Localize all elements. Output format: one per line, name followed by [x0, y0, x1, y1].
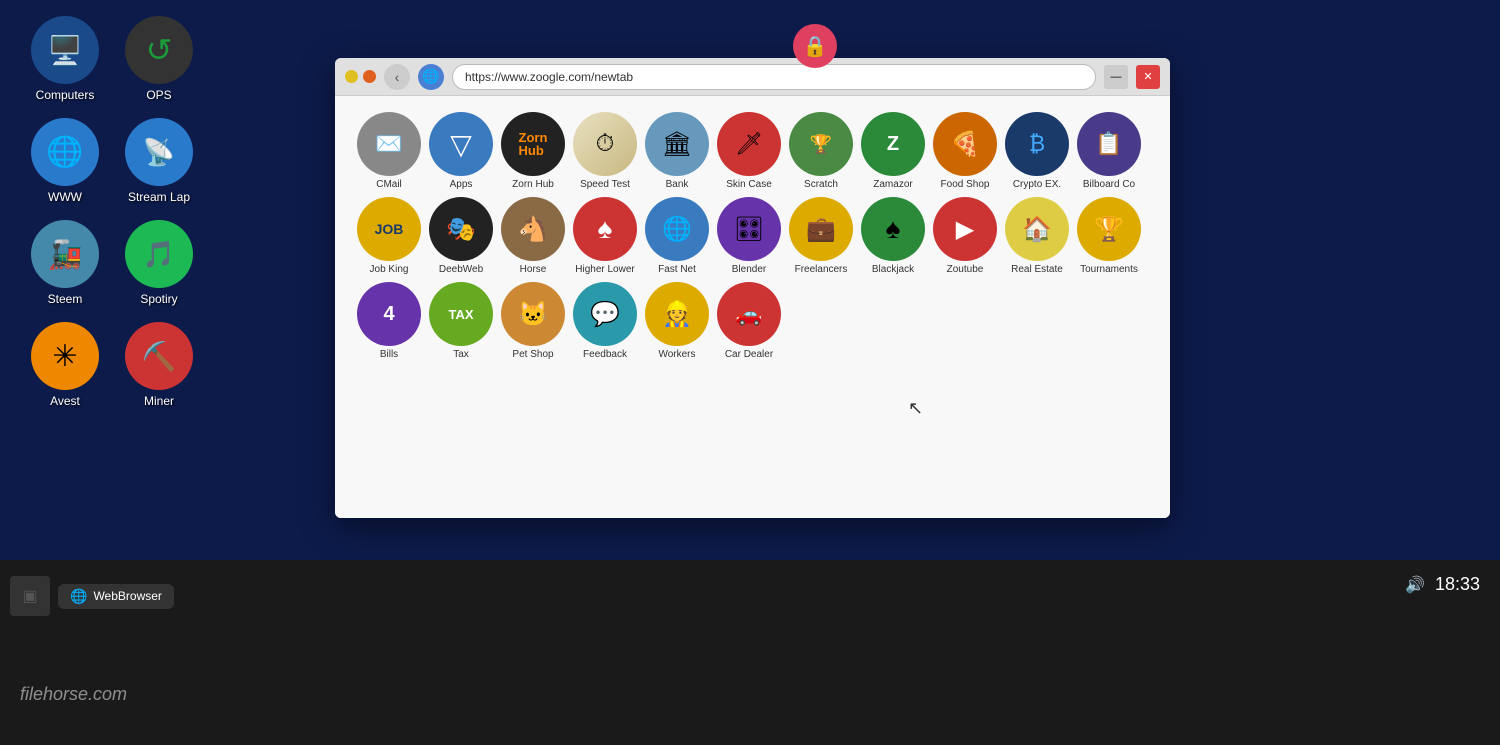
app-petshop[interactable]: 🐱 Pet Shop — [499, 282, 567, 361]
desktop-icon-label-avest: Avest — [50, 394, 80, 408]
app-zamazor[interactable]: Z Zamazor — [859, 112, 927, 191]
app-cryptoex[interactable]: ₿ Crypto EX. — [1003, 112, 1071, 191]
lock-icon[interactable]: 🔒 — [793, 24, 837, 68]
app-scratch[interactable]: 🏆 Scratch — [787, 112, 855, 191]
app-realestate[interactable]: 🏠 Real Estate — [1003, 197, 1071, 276]
desktop-icon-ops[interactable]: ↺ OPS — [114, 10, 204, 108]
desktop-icon-avest[interactable]: ✳ Avest — [20, 316, 110, 414]
app-higherlower[interactable]: ♠ Higher Lower — [571, 197, 639, 276]
app-grid: ✉️ CMail ▽ Apps ZornHub Zorn Hub ⏱ Speed… — [355, 112, 1150, 361]
desktop-icon-label-computers: Computers — [36, 88, 95, 102]
app-speedtest[interactable]: ⏱ Speed Test — [571, 112, 639, 191]
taskbar-start-button[interactable]: ▣ — [10, 576, 50, 616]
app-horse[interactable]: 🐴 Horse — [499, 197, 567, 276]
app-cardealer[interactable]: 🚗 Car Dealer — [715, 282, 783, 361]
minimize-win-button[interactable]: — — [1104, 65, 1128, 89]
desktop-icon-computers[interactable]: 🖥️ Computers — [20, 10, 110, 108]
close-button[interactable] — [363, 70, 376, 83]
desktop-icon-streamlap[interactable]: 📡 Stream Lap — [114, 112, 204, 210]
app-tournaments[interactable]: 🏆 Tournaments — [1075, 197, 1143, 276]
app-fastnet[interactable]: 🌐 Fast Net — [643, 197, 711, 276]
app-zornhub[interactable]: ZornHub Zorn Hub — [499, 112, 567, 191]
app-jobking[interactable]: JOB Job King — [355, 197, 423, 276]
back-button[interactable]: ‹ — [384, 64, 410, 90]
taskbar-clock: 🔊 18:33 — [1405, 574, 1480, 595]
taskbar-browser-app[interactable]: 🌐 WebBrowser — [58, 584, 174, 609]
app-zoutube[interactable]: ▶ Zoutube — [931, 197, 999, 276]
app-bills[interactable]: 4 Bills — [355, 282, 423, 361]
minimize-button[interactable] — [345, 70, 358, 83]
desktop-icon-label-ops: OPS — [146, 88, 171, 102]
app-cmail[interactable]: ✉️ CMail — [355, 112, 423, 191]
desktop-icon-label-steem: Steem — [48, 292, 83, 306]
traffic-lights — [345, 70, 376, 83]
desktop-icon-miner[interactable]: ⛏️ Miner — [114, 316, 204, 414]
desktop-icon-www[interactable]: 🌐 WWW — [20, 112, 110, 210]
app-skincase[interactable]: 🗡 Skin Case — [715, 112, 783, 191]
app-blender[interactable]: 🎛 Blender — [715, 197, 783, 276]
volume-icon: 🔊 — [1405, 575, 1425, 595]
app-freelancers[interactable]: 💼 Freelancers — [787, 197, 855, 276]
browser-content: ✉️ CMail ▽ Apps ZornHub Zorn Hub ⏱ Speed… — [335, 96, 1170, 518]
desktop-icon-label-www: WWW — [48, 190, 82, 204]
url-bar[interactable] — [452, 64, 1096, 90]
taskbar: ▣ 🌐 WebBrowser 🔊 18:33 — [0, 560, 1500, 745]
app-tax[interactable]: TAX Tax — [427, 282, 495, 361]
desktop-icon-label-spotiry: Spotiry — [140, 292, 177, 306]
app-foodshop[interactable]: 🍕 Food Shop — [931, 112, 999, 191]
app-blackjack[interactable]: ♠ Blackjack — [859, 197, 927, 276]
desktop-icon-steem[interactable]: 🚂 Steem — [20, 214, 110, 312]
app-deepweb[interactable]: 🎭 DeebWeb — [427, 197, 495, 276]
desktop: 🔒 🖥️ Computers ↺ OPS 🌐 WWW 📡 Stream Lap — [0, 0, 1500, 560]
app-feedback[interactable]: 💬 Feedback — [571, 282, 639, 361]
filehorse-watermark: filehorse.com — [20, 684, 127, 705]
browser-window: ‹ 🌐 — ✕ ✉️ CMail ▽ Apps ZornHub — [335, 58, 1170, 518]
app-apps[interactable]: ▽ Apps — [427, 112, 495, 191]
globe-icon: 🌐 — [418, 64, 444, 90]
close-win-button[interactable]: ✕ — [1136, 65, 1160, 89]
desktop-icon-spotiry[interactable]: 🎵 Spotiry — [114, 214, 204, 312]
desktop-icon-label-miner: Miner — [144, 394, 174, 408]
app-billboard[interactable]: 📋 Bilboard Co — [1075, 112, 1143, 191]
browser-titlebar: ‹ 🌐 — ✕ — [335, 58, 1170, 96]
desktop-icon-label-streamlap: Stream Lap — [128, 190, 190, 204]
app-bank[interactable]: 🏛 Bank — [643, 112, 711, 191]
desktop-icons: 🖥️ Computers ↺ OPS 🌐 WWW 📡 Stream Lap 🚂 — [20, 10, 204, 414]
app-workers[interactable]: 👷 Workers — [643, 282, 711, 361]
